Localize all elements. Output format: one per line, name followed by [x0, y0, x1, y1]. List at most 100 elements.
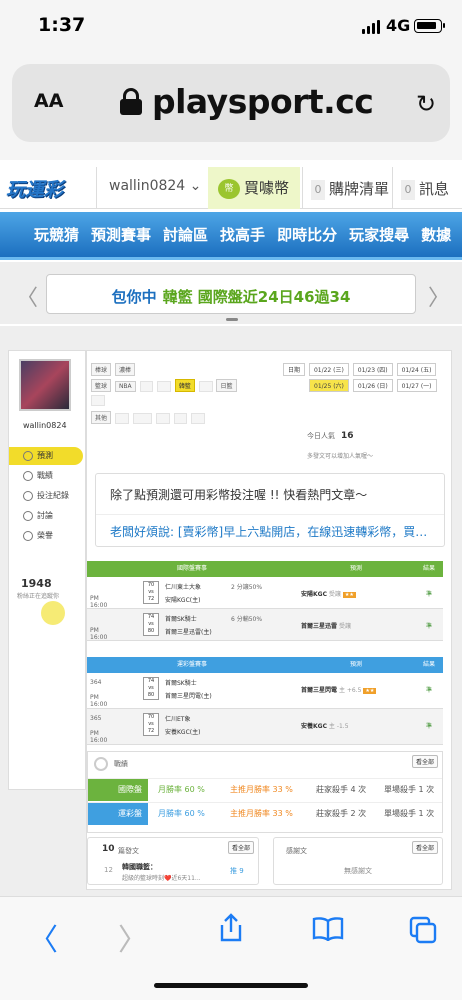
notice-text: 除了點預測還可用彩幣投注喔 !! 快看熱門文章～	[110, 488, 368, 502]
game-cell: 70 vs 72 仁川東土大象 安陽KGC(主) 2 分讓50%	[117, 577, 297, 608]
filter-tag-selected[interactable]: 韓籃	[174, 379, 195, 392]
filter-row-baseball: 棒球 濃棒	[91, 363, 137, 376]
sidebar-item-predict[interactable]: 預測	[9, 447, 83, 465]
announcement-box[interactable]: 包你中 韓籃 國際盤近24日46過34	[46, 274, 416, 314]
filter-row-basketball: 籃球 NBA 韓籃 日籃	[91, 379, 239, 392]
see-all-button[interactable]: 看全部	[411, 755, 438, 768]
popularity: 今日人氣 16	[307, 431, 354, 441]
text-size-button[interactable]: AA	[34, 90, 63, 112]
date-button[interactable]: 01/27 (一)	[396, 379, 437, 392]
record-row: 運彩盤 月勝率 60 % 主推月勝率 33 % 莊家殺手 2 次 單場殺手 1 …	[88, 802, 442, 825]
team-home: 首爾三星迅雷(主)	[165, 629, 212, 636]
post-title[interactable]: 韓國職籃：	[122, 862, 157, 872]
pick-team: 安陽KGC	[301, 591, 327, 598]
address-bar[interactable]: AA playsport.cc ↻	[12, 64, 450, 142]
bookmarks-icon[interactable]	[312, 917, 344, 941]
single-killer: 單場殺手 1 次	[384, 785, 435, 794]
tabs-icon[interactable]	[408, 915, 438, 945]
sidebar-item-label: 榮譽	[37, 531, 53, 540]
pick-team: 首爾三星迅雷	[301, 623, 338, 630]
see-all-button[interactable]: 看全部	[227, 841, 254, 854]
nav-item[interactable]: 預測賽事	[91, 224, 151, 245]
star-badge: ★★	[342, 592, 356, 598]
score-home: 72	[147, 728, 155, 734]
lightbulb-icon	[41, 601, 65, 625]
main-rate: 主推月勝率 33 %	[230, 785, 293, 794]
pick-note: 受讓	[338, 623, 351, 630]
filter-tag-disabled	[191, 413, 206, 424]
user-menu[interactable]: wallin0824 ⌄	[96, 167, 208, 209]
star-badge: ★★	[363, 688, 377, 694]
notice-box: 除了點預測還可用彩幣投注喔 !! 快看熱門文章～ 老闆好煩說: [賣彩幣]早上六…	[95, 473, 445, 547]
messages-label: 訊息	[419, 180, 450, 198]
table-row: PM 16:00 70 vs 72 仁川東土大象 安陽KGC(主) 2 分讓50% …	[87, 577, 443, 609]
chevron-right-icon[interactable]: 〉	[428, 280, 450, 312]
cart-button[interactable]: 0 購牌清單	[302, 167, 392, 209]
buy-coin-button[interactable]: 幣買噱幣	[208, 167, 300, 209]
game-time: PM 16:00	[90, 595, 108, 609]
game-info: 365 PM 16:00	[87, 709, 117, 744]
table-row: PM 16:00 74 vs 80 首爾SK騎士 首爾三星迅雷(主) 6 分輸50%…	[87, 609, 443, 641]
nav-item[interactable]: 玩家搜尋	[349, 224, 409, 245]
filter-label: 籃球	[91, 379, 112, 392]
game-cell: 74 vs 80 首爾SK騎士 首爾三星迅雷(主) 6 分輸50%	[117, 609, 297, 640]
sidebar-item-bets[interactable]: 投注紀錄	[9, 487, 87, 505]
score-away: 70	[147, 714, 155, 720]
notice-link[interactable]: 老闆好煩說: [賣彩幣]早上六點開店，在線迅速轉彩幣，買…	[96, 514, 444, 540]
coin-icon: 幣	[218, 178, 240, 199]
fans-count: 1948	[21, 577, 52, 590]
nav-item[interactable]: 即時比分	[277, 224, 337, 245]
sidebar-item-label: 討論	[37, 511, 53, 520]
nav-item[interactable]: 玩競猜	[34, 224, 79, 245]
result: 準	[425, 591, 432, 598]
reload-icon[interactable]: ↻	[416, 90, 436, 118]
team-home: 安陽KGC(主)	[165, 597, 201, 604]
nav-item[interactable]: 數據	[421, 224, 451, 245]
msg-count: 0	[401, 179, 415, 200]
table-row: 364 PM 16:00 74 vs 80 首爾SK騎士 首爾三星閃電(主) 首爾三星…	[87, 673, 443, 709]
team-home: 首爾三星閃電(主)	[165, 693, 212, 700]
sidebar-item-honor[interactable]: 榮譽	[9, 527, 87, 545]
avatar[interactable]	[19, 359, 71, 411]
score-away: 70	[147, 582, 155, 588]
back-icon[interactable]: 〈	[28, 915, 58, 959]
filter-tag-disabled	[114, 413, 129, 424]
main-content: 棒球 濃棒 籃球 NBA 韓籃 日籃 其他 日期 01/22 (三) 01/23…	[86, 350, 452, 890]
battery-icon	[414, 19, 445, 33]
share-icon[interactable]	[218, 913, 244, 943]
banker-killer: 莊家殺手 4 次	[316, 785, 367, 794]
filter-tag-disabled	[157, 381, 171, 392]
date-button-selected[interactable]: 01/25 (六)	[309, 379, 349, 392]
date-button[interactable]: 01/23 (四)	[352, 363, 393, 376]
date-button[interactable]: 01/24 (五)	[396, 363, 437, 376]
fans-widget[interactable]: 1948 粉絲正在追蹤你	[13, 565, 85, 631]
target-icon	[94, 757, 108, 771]
site-logo[interactable]: 玩運彩	[6, 175, 80, 201]
table-header: 運彩盤賽事 預測 結果	[87, 657, 443, 673]
record-label: 運彩盤	[88, 803, 148, 825]
sidebar-item-label: 預測	[37, 451, 53, 460]
site-header: 玩運彩 wallin0824 ⌄ 幣買噱幣 0 購牌清單 0 訊息	[0, 167, 462, 209]
url-text[interactable]: playsport.cc	[152, 82, 374, 121]
record-label: 國際盤	[88, 779, 148, 801]
date-label: 日期	[283, 363, 306, 376]
chevron-left-icon[interactable]: 〈	[16, 280, 38, 312]
see-all-button[interactable]: 看全部	[411, 841, 438, 854]
nav-item[interactable]: 找高手	[220, 224, 265, 245]
pick-team: 安養KGC	[301, 723, 327, 730]
date-button[interactable]: 01/26 (日)	[352, 379, 393, 392]
date-button[interactable]: 01/22 (三)	[308, 363, 349, 376]
messages-button[interactable]: 0 訊息	[392, 167, 462, 209]
lottery-table: 運彩盤賽事 預測 結果 364 PM 16:00 74 vs 80 首爾SK騎士 首爾…	[87, 657, 443, 745]
target-icon	[23, 451, 33, 461]
sidebar-item-record[interactable]: 戰績	[9, 467, 87, 485]
post-number: 12	[104, 866, 113, 874]
post-subtitle: 超級的籃球時刻❤️近6天11...	[122, 875, 201, 882]
filter-tag[interactable]: 日籃	[216, 379, 237, 392]
posts-count: 10	[102, 844, 115, 854]
push-count: 推 9	[230, 867, 244, 875]
filter-tag[interactable]: NBA	[114, 381, 136, 392]
sidebar-item-discuss[interactable]: 討論	[9, 507, 87, 525]
nav-item[interactable]: 討論區	[163, 224, 208, 245]
filter-tag[interactable]: 濃棒	[114, 363, 135, 376]
